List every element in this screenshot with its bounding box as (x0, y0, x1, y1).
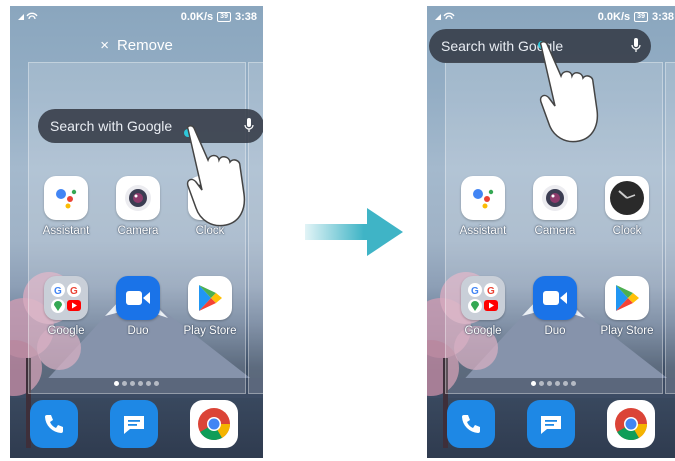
messages-icon[interactable] (110, 400, 158, 448)
network-speed: 0.0K/s (597, 11, 631, 23)
svg-text:G: G (487, 286, 495, 297)
play-store-icon (188, 276, 232, 320)
google-folder-icon: GG (461, 276, 505, 320)
app-label: Play Store (600, 325, 654, 337)
dock (10, 400, 263, 450)
app-label: Duo (544, 325, 566, 337)
app-google-folder[interactable]: GG Google (35, 276, 97, 337)
app-duo[interactable]: Duo (524, 276, 586, 337)
phone-screen-after: 0.0K/s 39 3:38 Search with Google Assist… (427, 6, 675, 458)
app-label: Clock (612, 225, 642, 237)
app-assistant[interactable]: Assistant (452, 176, 514, 237)
battery-icon: 39 (217, 12, 231, 22)
arrow-right-icon (305, 208, 403, 256)
hand-pointer-icon (186, 125, 246, 227)
camera-icon (116, 176, 160, 220)
app-label: Duo (127, 325, 149, 337)
camera-icon (533, 176, 577, 220)
phone-icon[interactable] (30, 400, 78, 448)
messages-icon[interactable] (527, 400, 575, 448)
app-label: Play Store (183, 325, 237, 337)
svg-text:G: G (471, 286, 479, 297)
duo-icon (533, 276, 577, 320)
next-screen-edit-panel[interactable] (665, 62, 675, 394)
svg-text:G: G (70, 286, 78, 297)
battery-icon: 39 (634, 12, 648, 22)
svg-text:G: G (54, 286, 62, 297)
app-label: Google (464, 325, 502, 337)
app-clock[interactable]: Clock (596, 176, 658, 237)
app-play-store[interactable]: Play Store (596, 276, 658, 337)
app-camera[interactable]: Camera (524, 176, 586, 237)
remove-label: Remove (116, 37, 173, 54)
page-indicator (10, 373, 263, 391)
clock-icon (605, 176, 649, 220)
signal-wifi-icon (17, 11, 39, 24)
status-bar: 0.0K/s 39 3:38 (427, 6, 675, 28)
assistant-icon (461, 176, 505, 220)
remove-drop-target[interactable]: × Remove (10, 37, 263, 54)
dock (427, 400, 675, 450)
play-store-icon (605, 276, 649, 320)
app-label: Google (47, 325, 85, 337)
phone-screen-before: 0.0K/s 39 3:38 × Remove Search with Googl… (10, 6, 263, 458)
app-label: Camera (534, 225, 576, 237)
chrome-icon[interactable] (607, 400, 655, 448)
signal-wifi-icon (434, 11, 456, 24)
hand-pointer-icon (539, 41, 599, 143)
search-placeholder: Search with Google (50, 118, 173, 134)
microphone-icon[interactable] (631, 38, 641, 53)
google-folder-icon: GG (44, 276, 88, 320)
assistant-icon (44, 176, 88, 220)
app-camera[interactable]: Camera (107, 176, 169, 237)
close-icon: × (100, 37, 109, 54)
page-indicator (427, 373, 675, 391)
app-label: Camera (117, 225, 159, 237)
app-google-folder[interactable]: GG Google (452, 276, 514, 337)
app-assistant[interactable]: Assistant (35, 176, 97, 237)
chrome-icon[interactable] (190, 400, 238, 448)
clock-time: 3:38 (234, 11, 257, 23)
app-label: Assistant (42, 225, 90, 237)
app-play-store[interactable]: Play Store (179, 276, 241, 337)
duo-icon (116, 276, 160, 320)
status-bar: 0.0K/s 39 3:38 (10, 6, 263, 28)
network-speed: 0.0K/s (180, 11, 214, 23)
clock-time: 3:38 (651, 11, 674, 23)
app-label: Assistant (459, 225, 507, 237)
phone-icon[interactable] (447, 400, 495, 448)
app-duo[interactable]: Duo (107, 276, 169, 337)
